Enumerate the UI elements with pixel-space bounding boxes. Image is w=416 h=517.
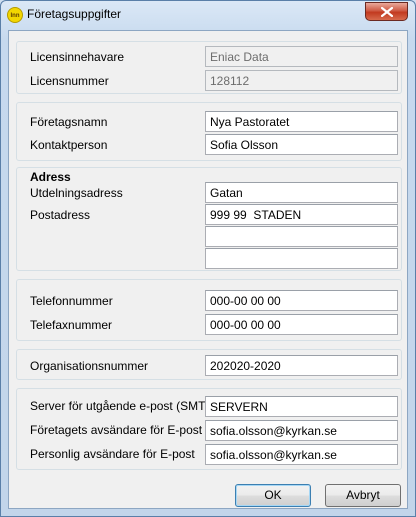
- smtp-server-field[interactable]: [205, 396, 398, 417]
- phone-label: Telefonnummer: [30, 294, 113, 308]
- address-group: Adress Utdelningsadress Postadress: [16, 167, 402, 271]
- close-button[interactable]: [365, 2, 408, 21]
- org-number-field[interactable]: [205, 355, 398, 376]
- org-number-label: Organisationsnummer: [30, 359, 149, 373]
- personal-sender-field[interactable]: [205, 444, 398, 465]
- company-name-field[interactable]: [205, 111, 398, 132]
- window-title: Företagsuppgifter: [27, 7, 122, 21]
- license-number-field: [205, 70, 398, 91]
- company-sender-label: Företagets avsändare för E-post: [30, 423, 203, 437]
- cancel-button[interactable]: Avbryt: [325, 484, 401, 507]
- postal-address-field[interactable]: [205, 204, 398, 225]
- company-sender-field[interactable]: [205, 420, 398, 441]
- license-number-label: Licensnummer: [30, 74, 109, 88]
- company-group: Företagsnamn Kontaktperson: [16, 102, 402, 161]
- company-name-label: Företagsnamn: [30, 115, 108, 129]
- contact-person-field[interactable]: [205, 134, 398, 155]
- fax-field[interactable]: [205, 314, 398, 335]
- license-group: Licensinnehavare Licensnummer: [16, 41, 402, 94]
- smtp-server-label: Server för utgående e-post (SMTP): [30, 399, 218, 413]
- close-icon: [381, 7, 393, 17]
- phone-group: Telefonnummer Telefaxnummer: [16, 279, 402, 341]
- postal-address-label: Postadress: [30, 208, 91, 222]
- dialog-body: Licensinnehavare Licensnummer Företagsna…: [8, 30, 408, 509]
- address-heading: Adress: [30, 170, 71, 184]
- personal-sender-label: Personlig avsändare för E-post: [30, 447, 195, 461]
- title-bar[interactable]: Inn Företagsuppgifter: [1, 1, 415, 29]
- ok-button[interactable]: OK: [235, 484, 311, 507]
- delivery-address-field[interactable]: [205, 182, 398, 203]
- contact-person-label: Kontaktperson: [30, 138, 108, 152]
- org-group: Organisationsnummer: [16, 349, 402, 380]
- dialog-window: Inn Företagsuppgifter Licensinnehavare L…: [0, 0, 416, 517]
- address-extra-field-1[interactable]: [205, 226, 398, 247]
- email-group: Server för utgående e-post (SMTP) Företa…: [16, 388, 402, 470]
- phone-field[interactable]: [205, 290, 398, 311]
- license-holder-label: Licensinnehavare: [30, 50, 125, 64]
- app-icon: Inn: [7, 7, 23, 23]
- delivery-address-label: Utdelningsadress: [30, 186, 123, 200]
- license-holder-field: [205, 46, 398, 67]
- address-extra-field-2[interactable]: [205, 248, 398, 269]
- fax-label: Telefaxnummer: [30, 318, 113, 332]
